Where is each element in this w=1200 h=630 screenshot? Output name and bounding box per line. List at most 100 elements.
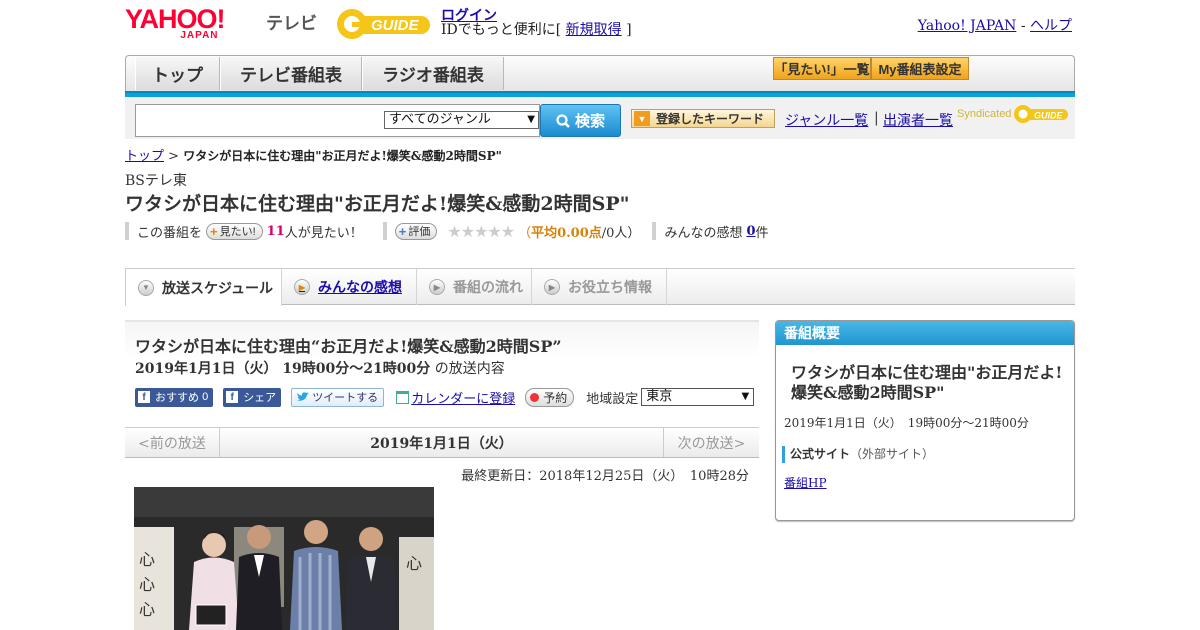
signup-link[interactable]: 新規取得 bbox=[566, 22, 622, 38]
recommend-label: おすすめ bbox=[155, 392, 199, 404]
rate-button-label: 評価 bbox=[408, 226, 431, 238]
main-nav: トップ テレビ番組表 ラジオ番組表 「見たい!」一覧 My番組表設定 bbox=[125, 55, 1075, 93]
program-hp-link[interactable]: 番組HP bbox=[784, 474, 827, 491]
performer-list-link[interactable]: 出演者一覧 bbox=[883, 113, 953, 129]
mitai-list-button[interactable]: 「見たい!」一覧 bbox=[773, 57, 871, 80]
chevron-down-icon: ▼ bbox=[634, 111, 650, 126]
social-actions-row: f おすすめ 0 f シェア ツイートする カレンダーに登録 予約 地域設定 東… bbox=[135, 387, 755, 407]
tweet-label: ツイートする bbox=[312, 392, 379, 404]
divider-bar bbox=[125, 222, 129, 240]
mitai-suffix: 人が見たい！ bbox=[284, 225, 363, 241]
program-subtabs: ▼ 放送スケジュール ▶ みんなの感想 ▶ 番組の流れ ▶ お役立ち情報 bbox=[125, 268, 1075, 306]
photo-calligraphy: 心 bbox=[139, 550, 155, 569]
share-label: シェア bbox=[243, 392, 277, 404]
add-to-calendar-link[interactable]: カレンダーに登録 bbox=[411, 388, 515, 407]
avg-open: （ bbox=[518, 225, 532, 241]
impressions-unit: 件 bbox=[755, 225, 769, 241]
channel-name: BSテレ東 bbox=[125, 173, 187, 189]
tab-program-flow-label: 番組の流れ bbox=[453, 279, 523, 295]
episode-title: ワタシが日本に住む理由“お正月だよ!爆笑&感動2時間SP” bbox=[135, 337, 562, 356]
tweet-button[interactable]: ツイートする bbox=[291, 387, 385, 407]
mitai-count: 11 bbox=[266, 223, 285, 239]
avg-people: /0人） bbox=[601, 225, 641, 241]
official-site-label: 公式サイト（外部サイト） bbox=[782, 446, 934, 463]
official-site-note: （外部サイト） bbox=[850, 447, 935, 461]
search-icon bbox=[556, 113, 570, 128]
help-link[interactable]: ヘルプ bbox=[1030, 18, 1072, 34]
login-sub-suffix: ] bbox=[626, 22, 632, 38]
episode-time: 2019年1月1日（火） 19時00分～21時00分 の放送内容 bbox=[135, 358, 505, 378]
tab-impressions[interactable]: ▶ みんなの感想 bbox=[282, 269, 417, 305]
summary-panel-time: 2019年1月1日（火） 19時00分～21時00分 bbox=[784, 416, 1029, 430]
saved-keywords-label: 登録したキーワード bbox=[656, 112, 765, 126]
summary-panel-title: ワタシが日本に住む理由"お正月だよ!爆笑&感動2時間SP" bbox=[791, 363, 1063, 402]
avg-score: 平均0.00点 bbox=[531, 225, 602, 241]
tab-useful-info[interactable]: ▶ お役立ち情報 bbox=[532, 269, 667, 305]
tab-broadcast-schedule-label: 放送スケジュール bbox=[162, 279, 274, 296]
login-subtext: IDでもっと便利に[ 新規取得 ] bbox=[441, 19, 632, 39]
saved-keywords-button[interactable]: ▼ 登録したキーワード bbox=[631, 109, 775, 128]
syndicated-gguide-badge: Syndicated GUIDE bbox=[957, 103, 1069, 125]
nav-tab-top[interactable]: トップ bbox=[135, 57, 220, 90]
genre-select-value: すべてのジャンル bbox=[389, 112, 491, 127]
last-updated: 最終更新日：2018年12月25日（火） 10時28分 bbox=[461, 469, 749, 484]
tab-impressions-label: みんなの感想 bbox=[318, 279, 402, 295]
pager-current-date: 2019年1月1日（火） bbox=[370, 435, 513, 452]
mitai-button-label: 見たい! bbox=[219, 226, 256, 238]
program-photo: 心 心 心 心 bbox=[134, 487, 434, 630]
photo-calligraphy: 心 bbox=[139, 575, 155, 594]
broadcast-pager: <前の放送 2019年1月1日（火） 次の放送> bbox=[125, 427, 759, 458]
twitter-icon bbox=[297, 392, 310, 401]
recommend-count: 0 bbox=[202, 391, 209, 403]
chevron-down-icon: ▼ bbox=[527, 114, 535, 125]
tab-program-flow[interactable]: ▶ 番組の流れ bbox=[417, 269, 532, 305]
impressions-label: みんなの感想 bbox=[664, 225, 743, 241]
genre-select[interactable]: すべてのジャンル ▼ bbox=[384, 111, 539, 129]
tv-logo-label[interactable]: テレビ bbox=[266, 9, 317, 34]
login-sub-prefix: IDでもっと便利に[ bbox=[441, 22, 562, 38]
photo-calligraphy: 心 bbox=[139, 600, 155, 619]
region-label: 地域設定 bbox=[586, 391, 639, 407]
facebook-share-button[interactable]: f シェア bbox=[223, 387, 282, 407]
region-select[interactable]: 東京 ▼ bbox=[641, 388, 755, 406]
plus-icon: + bbox=[210, 223, 218, 239]
gguide-logo[interactable]: GUIDE bbox=[335, 6, 433, 42]
page-title: ワタシが日本に住む理由"お正月だよ!爆笑&感動2時間SP" bbox=[125, 193, 630, 215]
facebook-icon: f bbox=[226, 391, 239, 403]
breadcrumb: トップ > ワタシが日本に住む理由"お正月だよ!爆笑&感動2時間SP" bbox=[125, 145, 502, 164]
breadcrumb-top-link[interactable]: トップ bbox=[125, 149, 164, 164]
nav-tab-tv-schedule[interactable]: テレビ番組表 bbox=[220, 57, 362, 90]
episode-datetime-suffix: の放送内容 bbox=[434, 361, 505, 377]
header-link-separator: - bbox=[1020, 18, 1026, 34]
chevron-down-icon: ▼ bbox=[138, 279, 154, 296]
plus-icon: + bbox=[398, 223, 407, 239]
play-icon: ▶ bbox=[429, 279, 445, 295]
my-schedule-settings-button[interactable]: My番組表設定 bbox=[871, 57, 969, 80]
syndicated-label: Syndicated bbox=[957, 108, 1012, 120]
yahoo-japan-link[interactable]: Yahoo! JAPAN bbox=[918, 18, 1017, 34]
reserve-button[interactable]: 予約 bbox=[525, 387, 575, 407]
program-summary-panel: 番組概要 ワタシが日本に住む理由"お正月だよ!爆笑&感動2時間SP" 2019年… bbox=[775, 320, 1075, 521]
svg-text:GUIDE: GUIDE bbox=[371, 17, 420, 34]
facebook-recommend-button[interactable]: f おすすめ 0 bbox=[135, 387, 214, 407]
mitai-button[interactable]: + 見たい! bbox=[206, 222, 263, 240]
rate-button[interactable]: + 評価 bbox=[394, 222, 438, 240]
rating-stars: ★★★★★ bbox=[447, 221, 515, 241]
region-select-value: 東京 bbox=[646, 389, 673, 404]
impressions-count-link[interactable]: 0 bbox=[746, 224, 755, 239]
photo-calligraphy: 心 bbox=[406, 554, 422, 573]
search-button[interactable]: 検索 bbox=[540, 104, 621, 137]
next-broadcast-button[interactable]: 次の放送> bbox=[663, 428, 759, 457]
tab-broadcast-schedule[interactable]: ▼ 放送スケジュール bbox=[125, 268, 282, 306]
breadcrumb-current: ワタシが日本に住む理由"お正月だよ!爆笑&感動2時間SP" bbox=[183, 149, 502, 163]
genre-list-link[interactable]: ジャンル一覧 bbox=[785, 113, 868, 129]
yahoo-japan-logo[interactable]: YAHOO! JAPAN bbox=[125, 5, 226, 41]
play-icon: ▶ bbox=[544, 279, 560, 295]
play-icon: ▶ bbox=[294, 279, 310, 295]
program-photo-graphic: 心 心 心 心 bbox=[134, 487, 434, 630]
search-button-label: 検索 bbox=[574, 113, 605, 130]
prev-broadcast-button[interactable]: <前の放送 bbox=[125, 428, 220, 457]
reserve-label: 予約 bbox=[543, 390, 568, 405]
nav-tab-radio-schedule[interactable]: ラジオ番組表 bbox=[362, 57, 504, 90]
summary-panel-heading: 番組概要 bbox=[776, 321, 1074, 345]
